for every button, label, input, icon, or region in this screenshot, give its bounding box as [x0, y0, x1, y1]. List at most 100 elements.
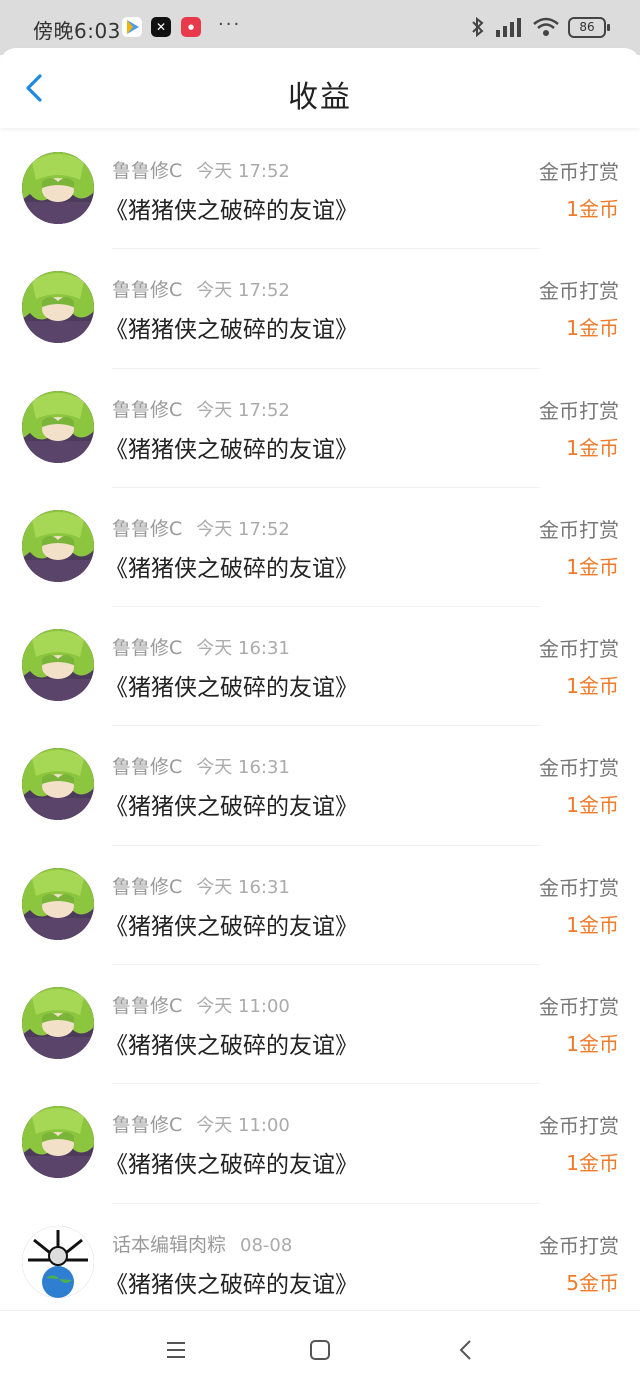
book-title[interactable]: 《猪猪侠之破碎的友谊》 — [105, 668, 358, 702]
user-line: 鲁鲁修C 今天 17:52 — [112, 514, 290, 541]
avatar[interactable] — [22, 867, 94, 940]
user-line: 鲁鲁修C 今天 16:31 — [112, 633, 290, 660]
page-header: 收益 — [0, 48, 640, 128]
more-notifications-icon: ··· — [218, 14, 242, 35]
square-icon — [310, 1340, 330, 1360]
user-line: 鲁鲁修C 今天 16:31 — [112, 872, 290, 899]
system-nav-bar — [0, 1310, 640, 1388]
red-app-icon: ● — [181, 17, 201, 37]
reward-type: 金币打赏 — [539, 160, 619, 184]
status-time: 傍晚6:03 — [33, 19, 121, 43]
list-item[interactable]: 鲁鲁修C 今天 17:52 《猪猪侠之破碎的友谊》 金币打赏 1金币 — [0, 130, 640, 250]
earnings-list: 鲁鲁修C 今天 17:52 《猪猪侠之破碎的友谊》 金币打赏 1金币 鲁鲁修C 今天 17:… — [0, 130, 640, 1323]
reward-amount: 1金币 — [566, 435, 619, 460]
signal-icon — [496, 18, 521, 37]
list-item[interactable]: 鲁鲁修C 今天 17:52 《猪猪侠之破碎的友谊》 金币打赏 1金币 — [0, 369, 640, 488]
reward-type: 金币打赏 — [539, 1114, 619, 1139]
list-item[interactable]: 鲁鲁修C 今天 16:31 《猪猪侠之破碎的友谊》 金币打赏 1金币 — [0, 726, 640, 846]
back-icon — [459, 1340, 471, 1360]
timestamp: 08-08 — [240, 1234, 293, 1256]
user-name[interactable]: 鲁鲁修C — [112, 279, 182, 301]
book-title[interactable]: 《猪猪侠之破碎的友谊》 — [105, 191, 358, 225]
user-name[interactable]: 鲁鲁修C — [112, 399, 182, 421]
timestamp: 今天 11:00 — [196, 996, 290, 1018]
user-name[interactable]: 话本编辑肉粽 — [112, 1234, 226, 1256]
list-item[interactable]: 鲁鲁修C 今天 11:00 《猪猪侠之破碎的友谊》 金币打赏 1金币 — [0, 1084, 640, 1204]
reward-amount: 1金币 — [566, 1032, 619, 1057]
user-line: 鲁鲁修C 今天 17:52 — [112, 275, 290, 302]
status-indicators: 86 — [470, 13, 610, 41]
reward-amount: 5金币 — [566, 1270, 619, 1295]
avatar[interactable] — [22, 271, 94, 344]
user-name[interactable]: 鲁鲁修C — [112, 160, 182, 182]
user-line: 鲁鲁修C 今天 17:52 — [112, 395, 290, 422]
timestamp: 今天 17:52 — [196, 518, 290, 540]
user-line: 话本编辑肉粽 08-08 — [112, 1230, 292, 1257]
user-line: 鲁鲁修C 今天 11:00 — [112, 1110, 290, 1137]
user-name[interactable]: 鲁鲁修C — [112, 756, 182, 778]
list-item[interactable]: 鲁鲁修C 今天 16:31 《猪猪侠之破碎的友谊》 金币打赏 1金币 — [0, 846, 640, 966]
reward-type: 金币打赏 — [539, 398, 619, 423]
user-line: 鲁鲁修C 今天 17:52 — [112, 156, 290, 183]
book-title[interactable]: 《猪猪侠之破碎的友谊》 — [105, 430, 358, 464]
reward-amount: 1金币 — [566, 554, 619, 579]
reward-type: 金币打赏 — [539, 756, 619, 781]
capcut-app-icon: ✕ — [151, 17, 171, 37]
timestamp: 今天 16:31 — [196, 876, 290, 898]
user-line: 鲁鲁修C 今天 16:31 — [112, 752, 290, 779]
book-title[interactable]: 《猪猪侠之破碎的友谊》 — [105, 1265, 358, 1299]
avatar[interactable] — [22, 1106, 94, 1179]
user-name[interactable]: 鲁鲁修C — [112, 518, 182, 540]
avatar[interactable] — [22, 987, 94, 1060]
nav-back-button[interactable] — [453, 1337, 479, 1363]
timestamp: 今天 17:52 — [196, 280, 290, 302]
book-title[interactable]: 《猪猪侠之破碎的友谊》 — [105, 310, 358, 344]
battery-icon: 86 — [568, 16, 610, 38]
avatar[interactable] — [22, 1225, 94, 1298]
book-title[interactable]: 《猪猪侠之破碎的友谊》 — [105, 1026, 358, 1060]
user-name[interactable]: 鲁鲁修C — [112, 995, 182, 1017]
reward-amount: 1金币 — [566, 912, 619, 937]
book-title[interactable]: 《猪猪侠之破碎的友谊》 — [105, 549, 358, 583]
avatar[interactable] — [22, 748, 94, 821]
list-item[interactable]: 鲁鲁修C 今天 11:00 《猪猪侠之破碎的友谊》 金币打赏 1金币 — [0, 965, 640, 1085]
list-item[interactable]: 鲁鲁修C 今天 17:52 《猪猪侠之破碎的友谊》 金币打赏 1金币 — [0, 249, 640, 369]
reward-type: 金币打赏 — [539, 279, 619, 304]
timestamp: 今天 11:00 — [196, 1115, 290, 1137]
reward-type: 金币打赏 — [539, 517, 619, 542]
menu-icon — [167, 1342, 185, 1358]
page-title: 收益 — [288, 80, 352, 115]
list-item[interactable]: 鲁鲁修C 今天 16:31 《猪猪侠之破碎的友谊》 金币打赏 1金币 — [0, 607, 640, 727]
nav-home-button[interactable] — [307, 1337, 333, 1363]
book-title[interactable]: 《猪猪侠之破碎的友谊》 — [105, 787, 358, 821]
list-item[interactable]: 鲁鲁修C 今天 17:52 《猪猪侠之破碎的友谊》 金币打赏 1金币 — [0, 488, 640, 608]
avatar[interactable] — [22, 390, 94, 463]
reward-type: 金币打赏 — [539, 995, 619, 1020]
reward-amount: 1金币 — [566, 1151, 619, 1176]
play-app-icon — [122, 17, 142, 37]
user-name[interactable]: 鲁鲁修C — [112, 1114, 182, 1136]
reward-amount: 1金币 — [566, 793, 619, 818]
timestamp: 今天 17:52 — [196, 399, 290, 421]
wifi-icon — [533, 17, 559, 36]
reward-amount: 1金币 — [566, 197, 619, 221]
status-bar: 傍晚6:03 ✕ ● ··· 86 — [0, 0, 640, 55]
avatar[interactable] — [22, 509, 94, 582]
book-title[interactable]: 《猪猪侠之破碎的友谊》 — [105, 1145, 358, 1179]
timestamp: 今天 16:31 — [196, 757, 290, 779]
timestamp: 今天 17:52 — [196, 161, 290, 182]
timestamp: 今天 16:31 — [196, 638, 290, 660]
reward-amount: 1金币 — [566, 316, 619, 341]
reward-amount: 1金币 — [566, 674, 619, 699]
bluetooth-icon — [472, 16, 484, 38]
reward-type: 金币打赏 — [539, 1233, 619, 1258]
avatar[interactable] — [22, 152, 94, 224]
nav-menu-button[interactable] — [163, 1337, 189, 1363]
user-name[interactable]: 鲁鲁修C — [112, 876, 182, 898]
user-name[interactable]: 鲁鲁修C — [112, 637, 182, 659]
reward-type: 金币打赏 — [539, 637, 619, 662]
avatar[interactable] — [22, 629, 94, 702]
user-line: 鲁鲁修C 今天 11:00 — [112, 991, 290, 1018]
book-title[interactable]: 《猪猪侠之破碎的友谊》 — [105, 907, 358, 941]
list-item[interactable]: 话本编辑肉粽 08-08 《猪猪侠之破碎的友谊》 金币打赏 5金币 — [0, 1204, 640, 1323]
